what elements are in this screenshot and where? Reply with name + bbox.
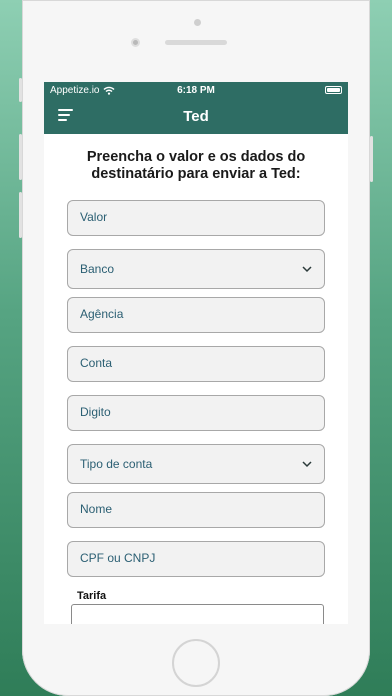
home-button[interactable] (172, 639, 220, 687)
phone-power-button (370, 136, 373, 182)
nome-placeholder: Nome (80, 502, 113, 516)
phone-volume-down (19, 192, 22, 238)
app-bar: Ted (44, 98, 348, 134)
agencia-placeholder: Agência (80, 307, 124, 321)
battery-icon (325, 86, 342, 94)
form-heading: Preencha o valor e os dados do destinatá… (86, 149, 306, 182)
valor-placeholder: Valor (80, 210, 108, 224)
banco-placeholder: Banco (80, 262, 115, 276)
valor-input[interactable]: Valor (67, 200, 325, 236)
cpf-cnpj-placeholder: CPF ou CNPJ (80, 551, 156, 565)
cpf-cnpj-input[interactable]: CPF ou CNPJ (67, 541, 325, 577)
tipo-conta-placeholder: Tipo de conta (80, 457, 153, 471)
tarifa-label: Tarifa (77, 590, 107, 602)
chevron-down-icon (302, 266, 312, 273)
earpiece-speaker (165, 40, 227, 45)
tarifa-field[interactable] (71, 604, 324, 624)
conta-input[interactable]: Conta (67, 346, 325, 382)
status-time: 6:18 PM (177, 84, 215, 96)
agencia-input[interactable]: Agência (67, 297, 325, 333)
banco-select[interactable]: Banco (67, 249, 325, 289)
app-screen: Appetize.io 6:18 PM Ted Preencha o valor… (44, 82, 348, 624)
status-bar: Appetize.io 6:18 PM (44, 82, 348, 98)
phone-volume-up (19, 134, 22, 180)
phone-mute-switch (19, 78, 22, 102)
front-camera (131, 38, 140, 47)
chevron-down-icon (302, 461, 312, 468)
conta-placeholder: Conta (80, 356, 113, 370)
phone-frame: Appetize.io 6:18 PM Ted Preencha o valor… (19, 0, 373, 696)
digito-placeholder: Digito (80, 405, 111, 419)
tipo-conta-select[interactable]: Tipo de conta (67, 444, 325, 484)
digito-input[interactable]: Digito (67, 395, 325, 431)
proximity-sensor (194, 19, 201, 26)
app-title: Ted (183, 107, 209, 125)
hamburger-menu-icon[interactable] (58, 109, 73, 122)
nome-input[interactable]: Nome (67, 492, 325, 528)
